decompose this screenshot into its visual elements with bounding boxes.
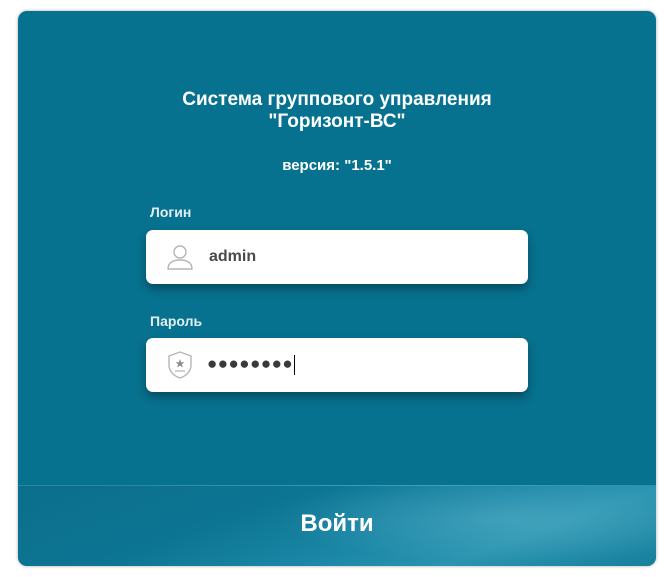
version-info: версия: "1.5.1" xyxy=(18,157,656,175)
login-input[interactable]: admin xyxy=(209,247,256,267)
user-icon xyxy=(167,245,193,270)
password-field[interactable]: ●●●●●●●● xyxy=(146,338,528,392)
version-value: "1.5.1" xyxy=(344,157,392,174)
password-label: Пароль xyxy=(150,313,203,329)
app-title-line2: "Горизонт-ВС" xyxy=(268,111,406,132)
app-title-line1: Система группового управления xyxy=(182,89,492,110)
shield-star-icon xyxy=(168,351,192,379)
login-field[interactable]: admin xyxy=(146,230,528,284)
login-button[interactable]: Войти xyxy=(18,485,656,566)
app-title: Система группового управления "Горизонт-… xyxy=(18,89,656,133)
login-button-label: Войти xyxy=(300,510,374,537)
password-mask: ●●●●●●●● xyxy=(207,354,294,373)
password-input[interactable]: ●●●●●●●● xyxy=(207,352,296,376)
login-dialog: Система группового управления "Горизонт-… xyxy=(18,11,656,566)
text-caret xyxy=(294,354,296,375)
login-label: Логин xyxy=(150,204,192,220)
version-label: версия: xyxy=(282,157,341,174)
